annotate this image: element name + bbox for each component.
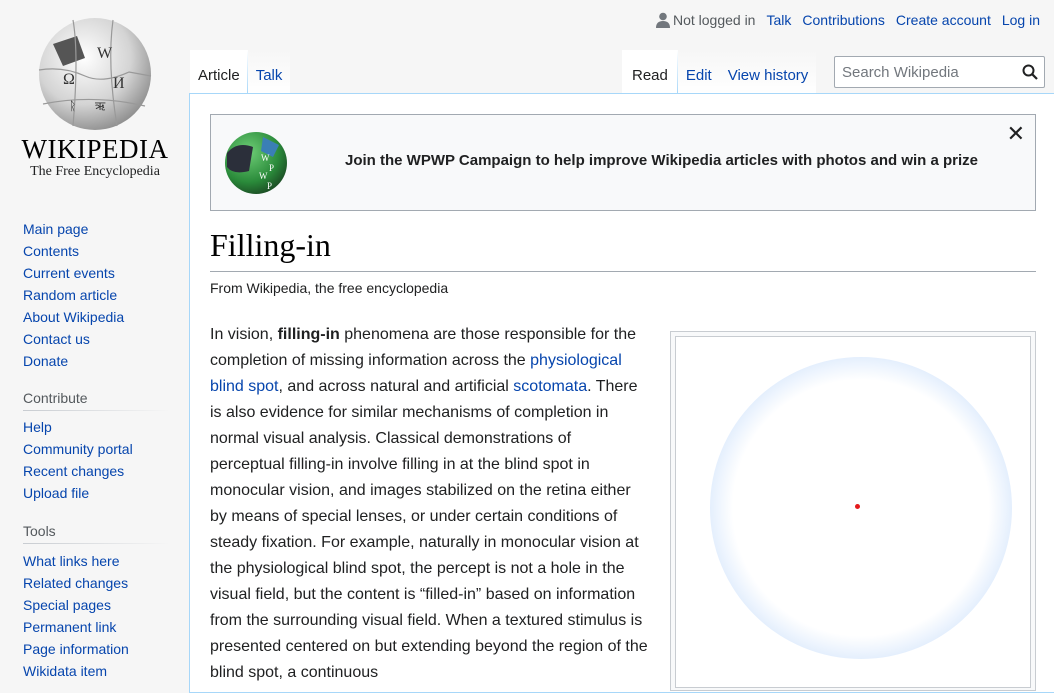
search-box [834, 56, 1045, 88]
fixation-dot [855, 504, 860, 509]
page-title: Filling-in [210, 225, 1036, 272]
filling-in-illusion-image[interactable] [675, 336, 1031, 688]
term-bold: filling-in [277, 326, 340, 343]
tab-article[interactable]: Article [190, 50, 248, 94]
content-area: W P W P Join the WPWP Campaign to help i… [189, 93, 1054, 693]
close-icon[interactable]: ✕ [1007, 123, 1025, 145]
sidebar-heading-tools: Tools [23, 523, 169, 544]
link-scotomata[interactable]: scotomata [513, 378, 587, 395]
tab-edit[interactable]: Edit [677, 50, 720, 94]
figure-thumbnail [670, 331, 1036, 691]
namespace-tabs: Article Talk [190, 50, 291, 94]
sidebar-contribute: Contribute Help Community portal Recent … [23, 390, 169, 504]
sidebar-item-community-portal[interactable]: Community portal [23, 438, 169, 460]
talk-link[interactable]: Talk [766, 12, 791, 28]
sidebar-item-contact-us[interactable]: Contact us [23, 328, 169, 350]
wikipedia-wordmark: WIKIPEDIA [21, 134, 169, 164]
svg-text:P: P [267, 181, 272, 191]
view-tabs: Read Edit View history [622, 50, 817, 94]
svg-text:P: P [269, 163, 274, 173]
search-button[interactable] [1022, 64, 1038, 85]
sidebar-heading-contribute: Contribute [23, 390, 169, 411]
svg-text:W: W [259, 171, 268, 181]
site-tagline: From Wikipedia, the free encyclopedia [210, 280, 449, 296]
search-input[interactable] [835, 57, 1010, 87]
svg-text:И: И [113, 75, 125, 92]
wpwp-globe-icon: W P W P [225, 132, 287, 194]
sidebar-item-current-events[interactable]: Current events [23, 262, 169, 284]
svg-text:W: W [261, 153, 270, 163]
sidebar-item-related-changes[interactable]: Related changes [23, 572, 169, 594]
log-in-link[interactable]: Log in [1002, 12, 1040, 28]
sidebar-item-special-pages[interactable]: Special pages [23, 594, 169, 616]
sidebar-item-page-information[interactable]: Page information [23, 638, 169, 660]
create-account-link[interactable]: Create account [896, 12, 991, 28]
article-body: In vision, filling-in phenomena are thos… [210, 322, 650, 686]
sidebar-item-about-wikipedia[interactable]: About Wikipedia [23, 306, 169, 328]
tab-read[interactable]: Read [622, 50, 678, 94]
campaign-banner: W P W P Join the WPWP Campaign to help i… [210, 114, 1036, 211]
sidebar-item-recent-changes[interactable]: Recent changes [23, 460, 169, 482]
tab-view-history[interactable]: View history [719, 50, 817, 94]
sidebar: Main page Contents Current events Random… [0, 218, 190, 682]
search-icon [1022, 64, 1038, 80]
svg-text:ᚱ: ᚱ [69, 99, 76, 113]
sidebar-item-permanent-link[interactable]: Permanent link [23, 616, 169, 638]
sidebar-item-donate[interactable]: Donate [23, 350, 169, 372]
sidebar-item-contents[interactable]: Contents [23, 240, 169, 262]
wikipedia-globe-icon: Ω W И ᚱ ऋ [38, 18, 152, 130]
wikipedia-logo[interactable]: Ω W И ᚱ ऋ WIKIPEDIA The Free Encyclopedi… [0, 0, 190, 200]
contributions-link[interactable]: Contributions [802, 12, 885, 28]
personal-tools: Not logged in Talk Contributions Create … [645, 12, 1040, 28]
user-status: Not logged in [655, 12, 756, 28]
sidebar-item-upload-file[interactable]: Upload file [23, 482, 169, 504]
svg-text:ऋ: ऋ [95, 99, 106, 113]
sidebar-item-help[interactable]: Help [23, 416, 169, 438]
intro-paragraph: In vision, filling-in phenomena are thos… [210, 326, 648, 681]
user-icon [655, 12, 670, 28]
sidebar-item-wikidata-item[interactable]: Wikidata item [23, 660, 169, 682]
sidebar-tools: Tools What links here Related changes Sp… [23, 523, 169, 682]
sidebar-item-main-page[interactable]: Main page [23, 218, 169, 240]
sidebar-item-what-links-here[interactable]: What links here [23, 550, 169, 572]
tab-talk[interactable]: Talk [247, 50, 291, 94]
svg-text:W: W [97, 45, 113, 62]
not-logged-in-text: Not logged in [672, 12, 756, 28]
sidebar-navigation: Main page Contents Current events Random… [23, 218, 169, 372]
banner-message[interactable]: Join the WPWP Campaign to help improve W… [345, 152, 978, 169]
wikipedia-tagline: The Free Encyclopedia [30, 164, 160, 179]
svg-text:Ω: Ω [63, 71, 75, 88]
sidebar-item-random-article[interactable]: Random article [23, 284, 169, 306]
blurred-blue-ring [710, 357, 1012, 659]
